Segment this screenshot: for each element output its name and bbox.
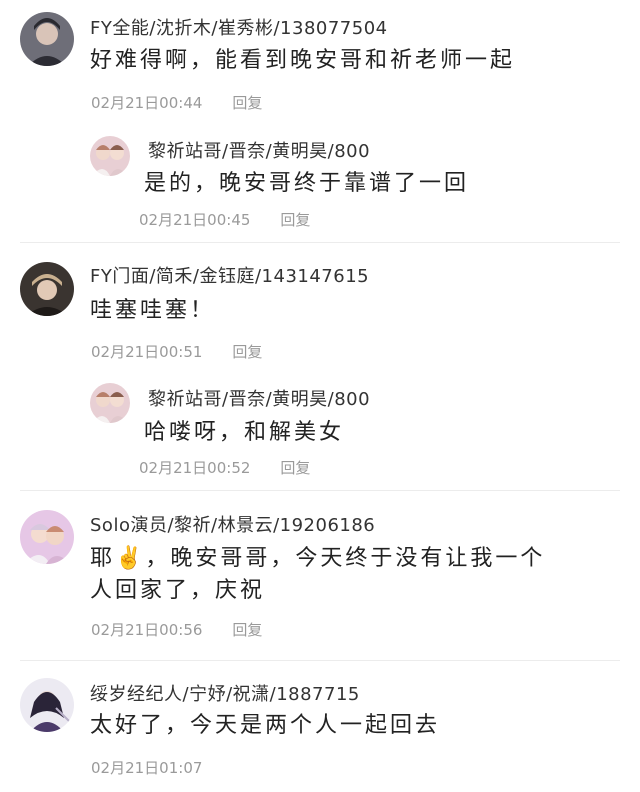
comment-text-line: 人回家了，庆祝: [90, 578, 266, 603]
divider: [20, 490, 620, 491]
reply-time: 02月21日00:45: [139, 211, 251, 229]
comment-author[interactable]: Solo演员/黎祈/林景云/19206186: [90, 511, 375, 537]
reply-button[interactable]: 回复: [280, 211, 310, 229]
avatar[interactable]: [20, 262, 74, 316]
reply-meta: 02月21日00:52 回复: [139, 457, 310, 478]
reply-button[interactable]: 回复: [232, 343, 262, 361]
comment-author[interactable]: FY全能/沈折木/崔秀彬/138077504: [90, 14, 388, 40]
reply-button[interactable]: 回复: [280, 459, 310, 477]
comment-text: 好难得啊，能看到晚安哥和祈老师一起: [90, 48, 516, 73]
comment-text: 哇塞哇塞！: [90, 298, 216, 323]
reply-author[interactable]: 黎祈站哥/晋奈/黄明昊/800: [148, 137, 370, 163]
avatar[interactable]: [20, 678, 74, 732]
comment-meta: 02月21日01:07: [91, 757, 202, 778]
comment-author[interactable]: 绥岁经纪人/宁妤/祝潇/1887715: [90, 680, 360, 706]
comment-text-line: 耶✌️，晚安哥哥，今天终于没有让我一个: [90, 546, 546, 571]
reply-button[interactable]: 回复: [232, 94, 262, 112]
divider: [20, 242, 620, 243]
comment-feed: FY全能/沈折木/崔秀彬/138077504 好难得啊，能看到晚安哥和祈老师一起…: [0, 0, 640, 792]
comment-meta: 02月21日00:56 回复: [91, 619, 262, 640]
reply-button[interactable]: 回复: [232, 621, 262, 639]
comment-meta: 02月21日00:44 回复: [91, 92, 262, 113]
avatar[interactable]: [90, 136, 130, 176]
avatar[interactable]: [90, 383, 130, 423]
divider: [20, 660, 620, 661]
reply-meta: 02月21日00:45 回复: [139, 209, 310, 230]
comment-time: 02月21日00:44: [91, 94, 203, 112]
comment-text: 太好了，今天是两个人一起回去: [90, 713, 441, 738]
comment-author[interactable]: FY门面/简禾/金钰庭/143147615: [90, 262, 369, 288]
reply-text: 哈喽呀，和解美女: [144, 420, 345, 445]
avatar[interactable]: [20, 510, 74, 564]
reply-text: 是的，晚安哥终于靠谱了一回: [144, 171, 470, 196]
comment-meta: 02月21日00:51 回复: [91, 341, 262, 362]
avatar[interactable]: [20, 12, 74, 66]
comment-time: 02月21日01:07: [91, 759, 203, 777]
reply-author[interactable]: 黎祈站哥/晋奈/黄明昊/800: [148, 385, 370, 411]
comment-time: 02月21日00:51: [91, 343, 203, 361]
comment-time: 02月21日00:56: [91, 621, 203, 639]
reply-time: 02月21日00:52: [139, 459, 251, 477]
